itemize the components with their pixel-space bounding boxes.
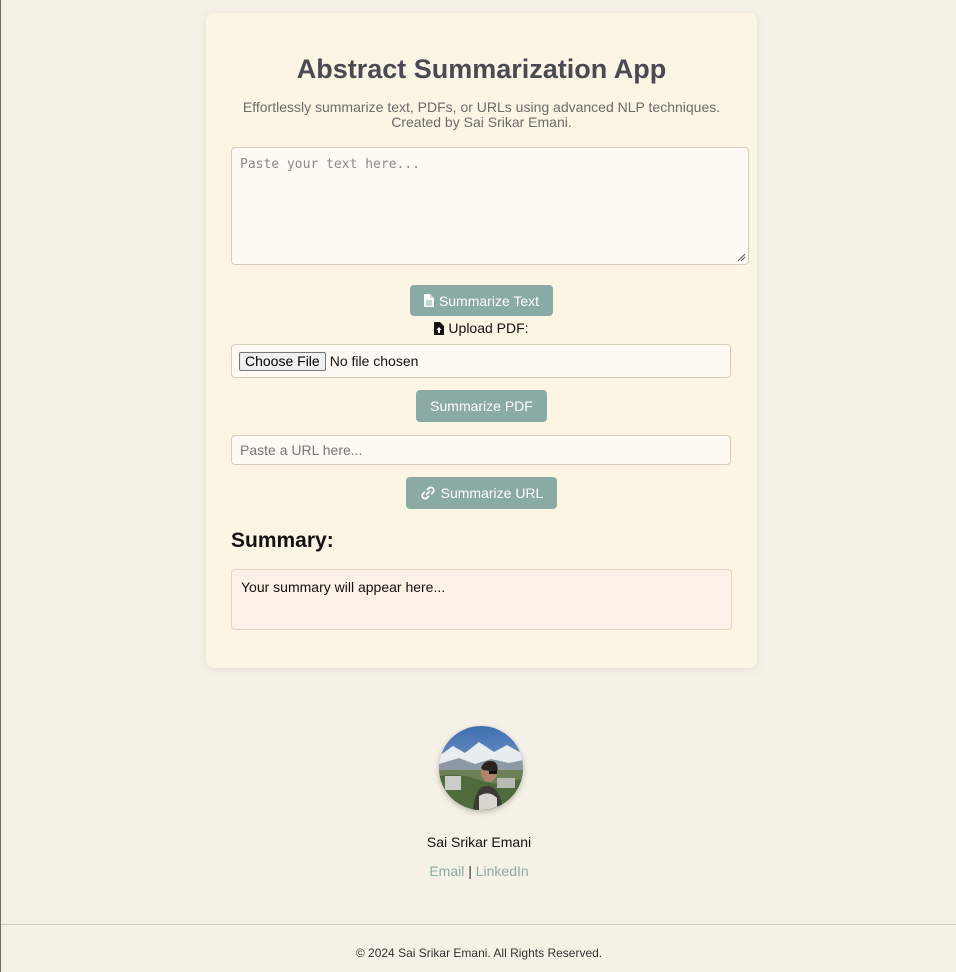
contact-links: Email | LinkedIn: [1, 863, 956, 879]
email-link[interactable]: Email: [429, 863, 464, 879]
summarize-text-label: Summarize Text: [438, 292, 540, 309]
url-input[interactable]: Paste a URL here...: [231, 435, 731, 465]
text-input[interactable]: Paste your text here...: [231, 147, 749, 265]
page-title: Abstract Summarization App: [296, 54, 667, 84]
file-upload-icon: [434, 321, 445, 335]
choose-file-button[interactable]: Choose File: [239, 351, 326, 371]
file-status: No file chosen: [329, 353, 419, 369]
resize-handle-icon[interactable]: [736, 252, 746, 262]
text-input-placeholder: Paste your text here...: [240, 157, 421, 172]
avatar: [439, 726, 523, 810]
summary-output: Your summary will appear here...: [231, 569, 732, 630]
link-icon: [420, 486, 435, 500]
summarize-pdf-button[interactable]: Summarize PDF: [416, 390, 547, 422]
avatar-photo: [439, 726, 523, 810]
page-subtitle: Effortlessly summarize text, PDFs, or UR…: [242, 99, 721, 130]
file-text-icon: [423, 294, 434, 307]
link-separator: |: [468, 863, 472, 879]
author-name: Sai Srikar Emani: [426, 834, 532, 850]
url-input-placeholder: Paste a URL here...: [240, 442, 363, 458]
app-card: Abstract Summarization App Effortlessly …: [206, 13, 757, 668]
summarize-text-button[interactable]: Summarize Text: [410, 285, 553, 316]
upload-pdf-label: Upload PDF:: [206, 320, 757, 336]
copyright-text: © 2024 Sai Srikar Emani. All Rights Rese…: [355, 946, 603, 960]
summarize-pdf-label: Summarize PDF: [430, 398, 533, 414]
summarize-url-label: Summarize URL: [440, 485, 544, 501]
upload-pdf-text: Upload PDF:: [448, 320, 529, 336]
summarize-url-button[interactable]: Summarize URL: [406, 477, 557, 509]
linkedin-link[interactable]: LinkedIn: [476, 863, 529, 879]
summary-heading: Summary:: [231, 529, 334, 552]
pdf-file-input[interactable]: Choose File No file chosen: [231, 344, 731, 378]
footer-divider: [1, 924, 956, 925]
